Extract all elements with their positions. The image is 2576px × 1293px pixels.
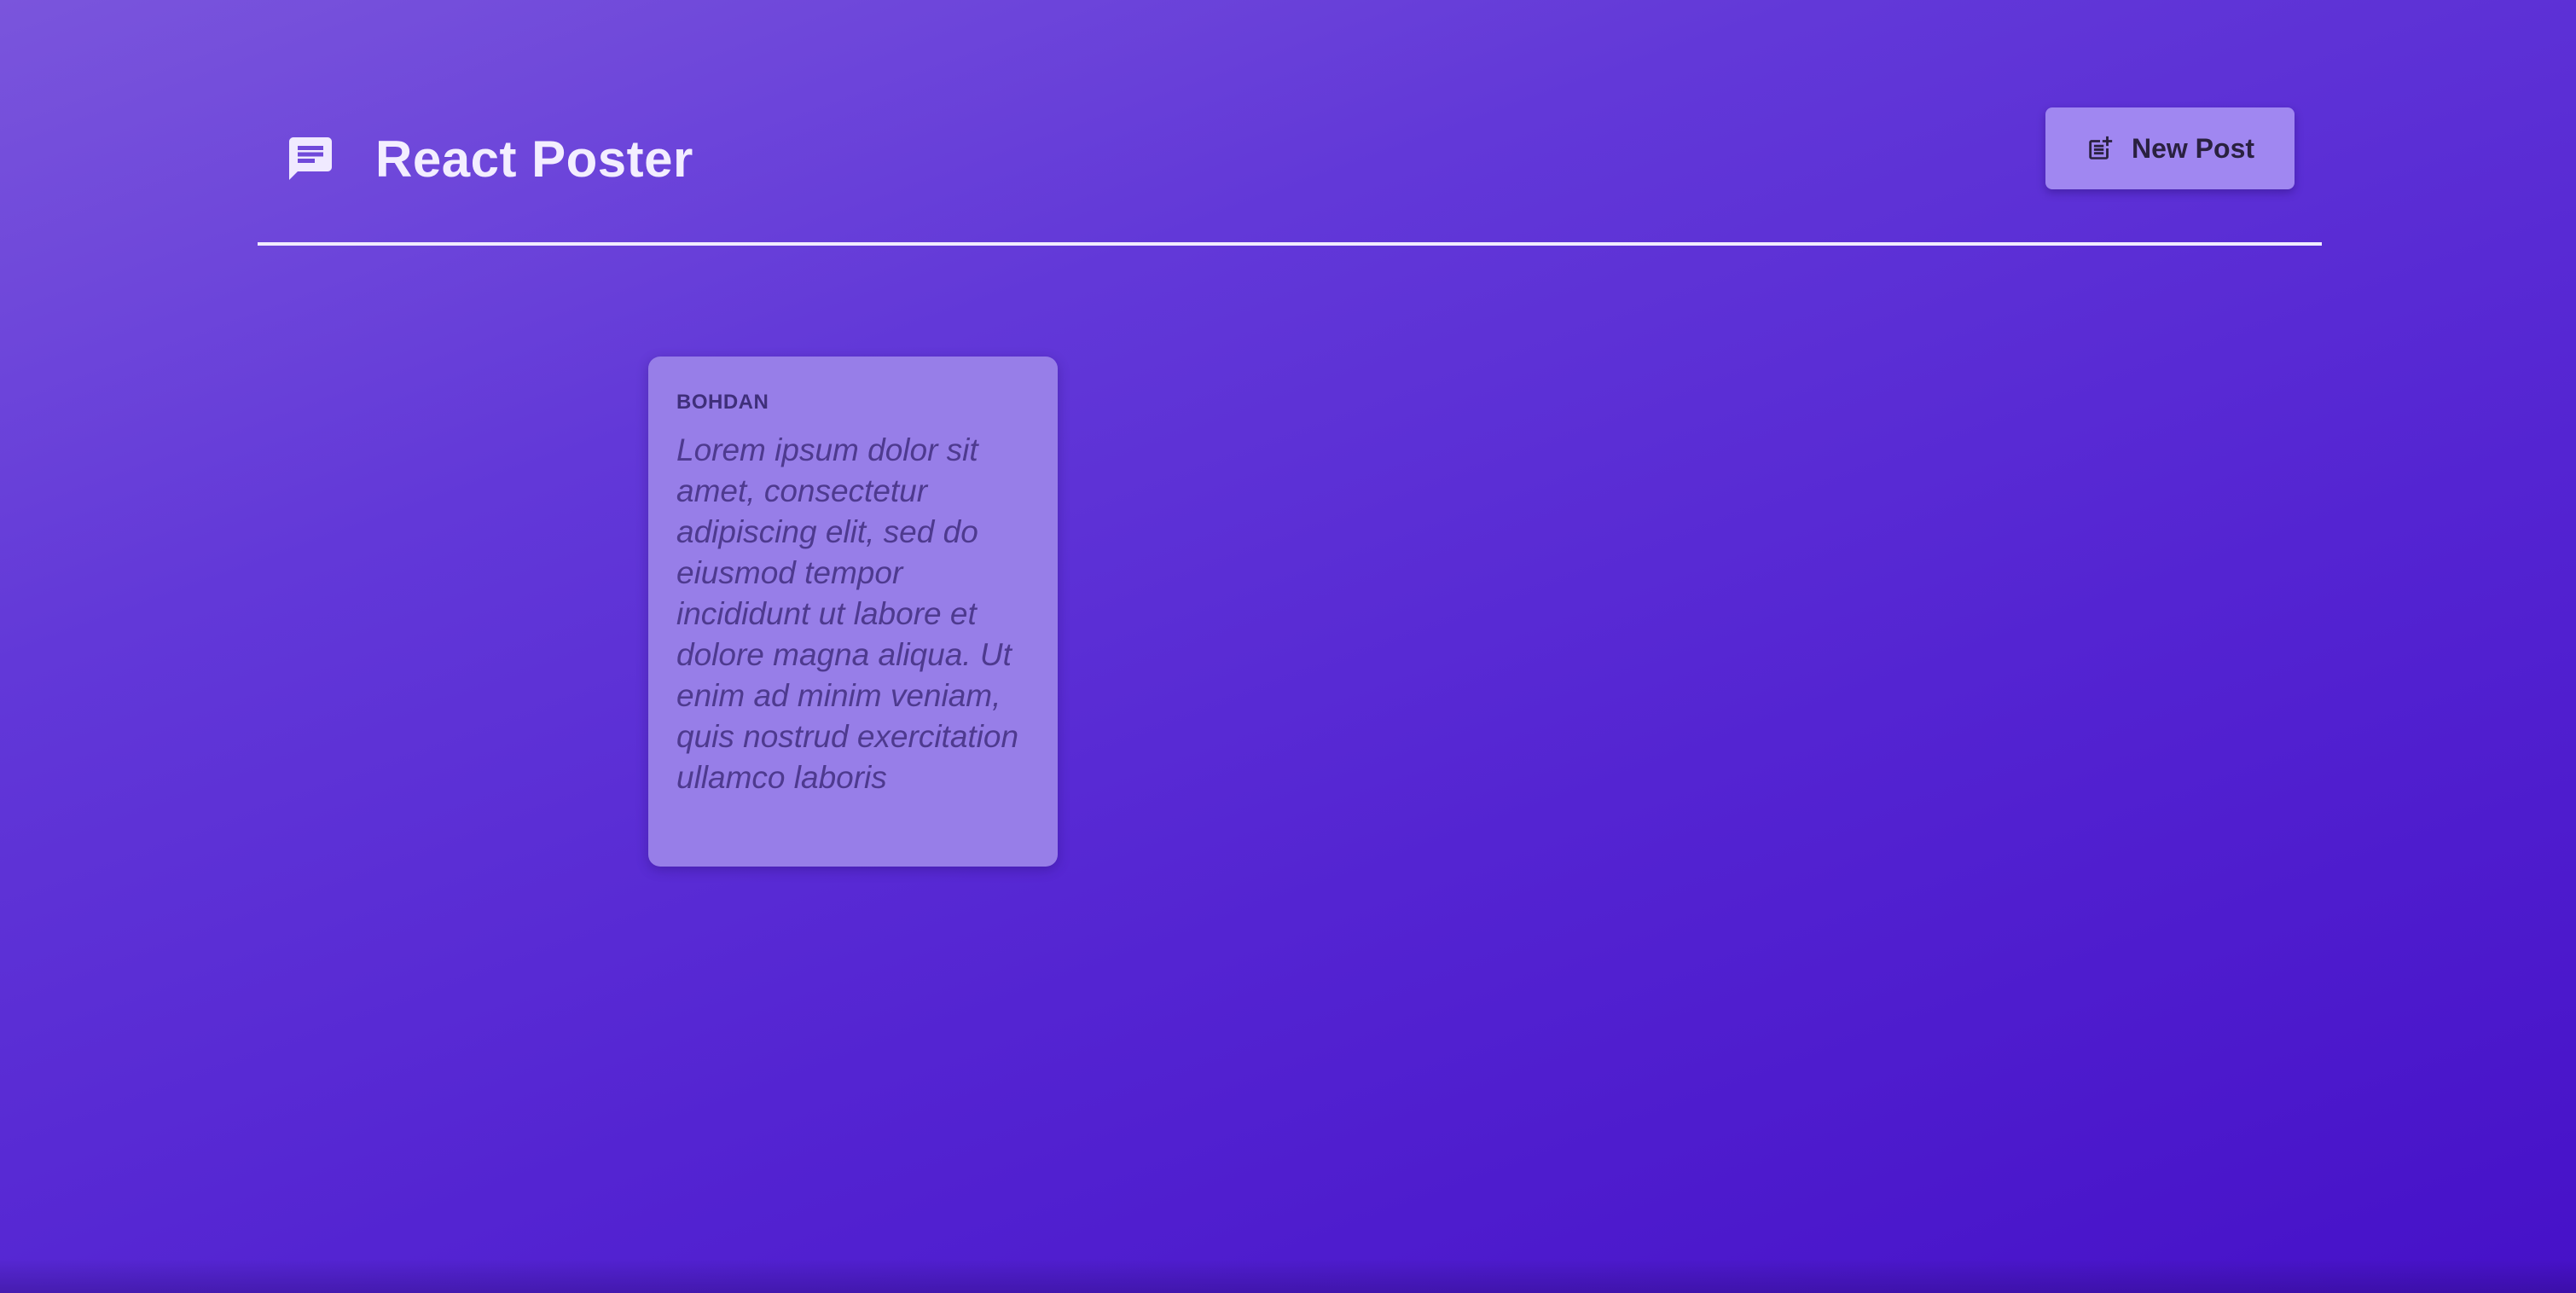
new-post-button[interactable]: New Post	[2045, 107, 2295, 189]
chat-message-icon	[285, 133, 336, 184]
app-title: React Poster	[375, 130, 693, 188]
post-card[interactable]: BOHDAN Lorem ipsum dolor sit amet, conse…	[648, 357, 1058, 867]
new-post-label: New Post	[2131, 132, 2255, 164]
app-header: React Poster New Post	[258, 85, 2322, 246]
brand: React Poster	[285, 118, 693, 200]
post-author: BOHDAN	[676, 391, 769, 414]
post-add-icon	[2086, 134, 2115, 163]
post-body: Lorem ipsum dolor sit amet, consectetur …	[676, 432, 1019, 795]
post-list: BOHDAN Lorem ipsum dolor sit amet, conse…	[648, 357, 1058, 867]
bottom-shadow	[0, 1259, 2576, 1293]
